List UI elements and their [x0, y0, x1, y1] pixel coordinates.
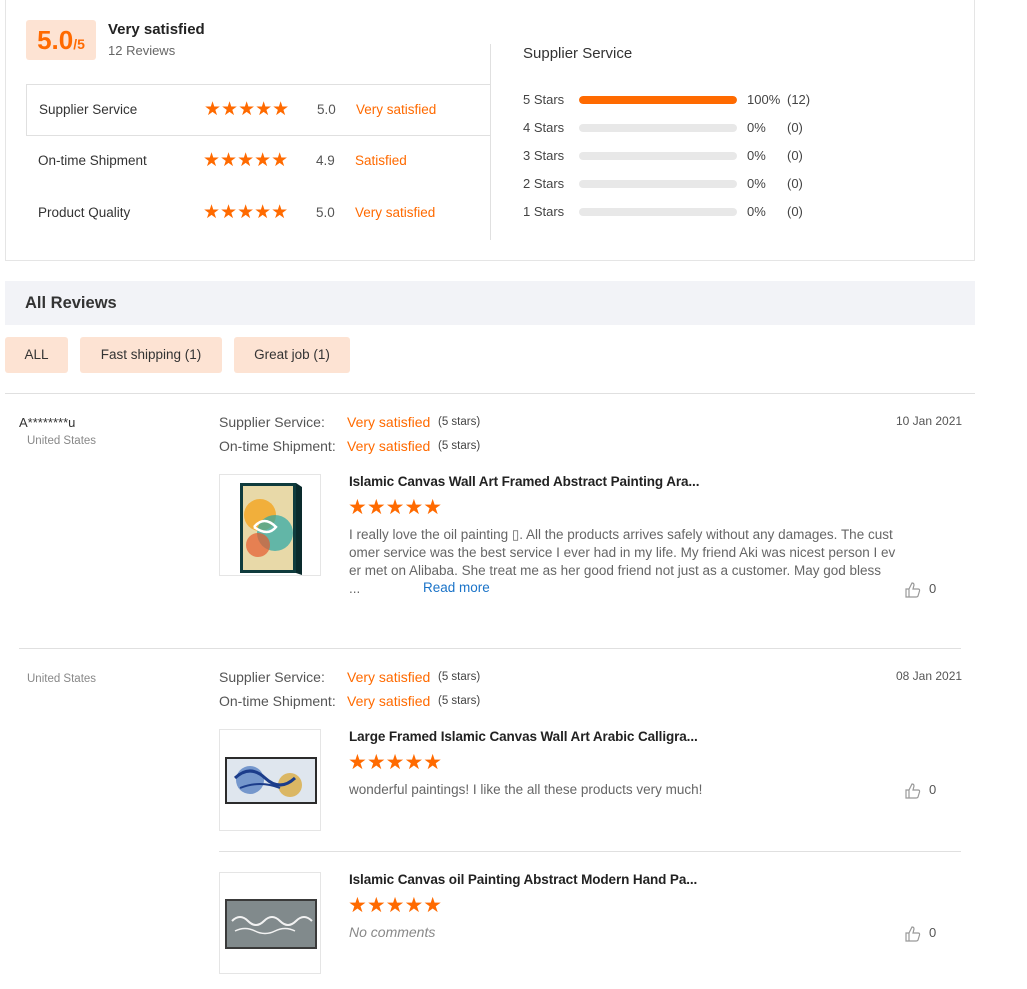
review-date: 08 Jan 2021: [896, 669, 963, 683]
divider: [19, 648, 961, 649]
distribution-count: (0): [787, 204, 803, 219]
product-star-rating-icon: ★★★★★: [348, 894, 443, 917]
distribution-percent: 0%: [747, 176, 766, 191]
filter-tag-great-job[interactable]: Great job (1): [234, 337, 350, 373]
reviewer-name: A********u: [19, 415, 76, 430]
distribution-label: 4 Stars: [523, 120, 565, 135]
metric-score: 5.0: [317, 102, 336, 117]
metric-verdict: Very satisfied: [356, 102, 437, 117]
product-thumbnail[interactable]: [219, 474, 321, 576]
filter-tag-fast-shipping[interactable]: Fast shipping (1): [80, 337, 222, 373]
filter-tag-all[interactable]: ALL: [5, 337, 68, 373]
review-text: No comments: [349, 924, 436, 940]
metric-verdict: Very satisfied: [355, 205, 436, 220]
review-text-line: I really love the oil painting ▯. All th…: [349, 527, 893, 542]
thumbs-up-icon: [905, 926, 921, 942]
review-text-line: er met on Alibaba. She treat me as her g…: [349, 563, 882, 578]
review-date: 10 Jan 2021: [896, 414, 963, 428]
metric-name: On-time Shipment: [38, 153, 147, 168]
metric-name: Supplier Service: [39, 102, 138, 117]
distribution-row: 4 Stars 0% (0): [523, 120, 833, 136]
metric-name: Product Quality: [38, 205, 131, 220]
shipment-verdict: Very satisfied: [347, 693, 431, 709]
shipment-verdict: Very satisfied: [347, 438, 431, 454]
product-title[interactable]: Islamic Canvas oil Painting Abstract Mod…: [349, 872, 697, 887]
product-star-rating-icon: ★★★★★: [348, 496, 443, 519]
distribution-count: (0): [787, 148, 803, 163]
product-image-icon: [240, 483, 302, 575]
product-thumbnail[interactable]: [219, 729, 321, 831]
distribution-percent: 100%: [747, 92, 781, 107]
review-text-line: omer service was the best service I ever…: [349, 545, 896, 560]
product-title[interactable]: Islamic Canvas Wall Art Framed Abstract …: [349, 474, 699, 489]
shipment-label: On-time Shipment:: [219, 438, 336, 454]
overall-verdict: Very satisfied: [108, 21, 205, 38]
supplier-service-verdict: Very satisfied: [347, 669, 431, 685]
distribution-label: 1 Stars: [523, 204, 565, 219]
metric-row-product-quality[interactable]: Product Quality ★★★★★ 5.0 Very satisfied: [26, 188, 491, 240]
all-reviews-header: All Reviews: [5, 281, 975, 325]
reviewer-country: United States: [27, 673, 97, 685]
shipment-stars: (5 stars): [438, 440, 481, 452]
shipment-label: On-time Shipment:: [219, 693, 336, 709]
supplier-service-label: Supplier Service:: [219, 414, 325, 430]
star-rating-icon: ★★★★★: [203, 150, 289, 171]
product-star-rating-icon: ★★★★★: [348, 751, 443, 774]
star-rating-icon: ★★★★★: [204, 99, 290, 120]
product-image-icon: [225, 899, 317, 949]
thumbs-up-icon: [905, 582, 921, 598]
distribution-label: 2 Stars: [523, 176, 565, 191]
distribution-row: 2 Stars 0% (0): [523, 176, 833, 192]
supplier-service-verdict: Very satisfied: [347, 414, 431, 430]
distribution-bar: [579, 208, 737, 216]
distribution-count: (0): [787, 120, 803, 135]
shipment-stars: (5 stars): [438, 695, 481, 707]
distribution-count: (12): [787, 92, 811, 107]
distribution-title: Supplier Service: [523, 45, 633, 62]
summary-divider: [490, 44, 491, 240]
distribution-label: 3 Stars: [523, 148, 565, 163]
distribution-row: 1 Stars 0% (0): [523, 204, 833, 220]
review-text-ellipsis: ...: [349, 581, 361, 596]
supplier-service-label: Supplier Service:: [219, 669, 325, 685]
overall-score-max: /5: [73, 36, 85, 52]
product-thumbnail[interactable]: [219, 872, 321, 974]
metric-verdict: Satisfied: [355, 153, 407, 168]
supplier-service-stars: (5 stars): [438, 416, 481, 428]
distribution-percent: 0%: [747, 204, 766, 219]
supplier-service-stars: (5 stars): [438, 671, 481, 683]
distribution-bar: [579, 124, 737, 132]
metric-score: 5.0: [316, 205, 335, 220]
distribution-bar: [579, 96, 737, 104]
metric-row-on-time-shipment[interactable]: On-time Shipment ★★★★★ 4.9 Satisfied: [26, 136, 491, 188]
product-image-icon: [225, 757, 317, 804]
distribution-bar-fill: [579, 96, 737, 104]
metric-score: 4.9: [316, 153, 335, 168]
overall-score: 5.0: [37, 25, 74, 55]
reviewer-country: United States: [27, 435, 97, 447]
distribution-count: (0): [787, 176, 803, 191]
distribution-row: 3 Stars 0% (0): [523, 148, 833, 164]
distribution-percent: 0%: [747, 148, 766, 163]
distribution-label: 5 Stars: [523, 92, 565, 107]
thumbs-up-icon: [905, 783, 921, 799]
product-title[interactable]: Large Framed Islamic Canvas Wall Art Ara…: [349, 729, 698, 744]
distribution-percent: 0%: [747, 120, 766, 135]
star-rating-icon: ★★★★★: [203, 202, 289, 223]
all-reviews-title: All Reviews: [25, 294, 117, 312]
distribution-bar: [579, 152, 737, 160]
divider: [5, 393, 975, 394]
overall-score-badge: 5.0/5: [26, 20, 96, 60]
read-more-link[interactable]: Read more: [423, 580, 490, 595]
distribution-row: 5 Stars 100% (12): [523, 92, 833, 108]
review-text: wonderful paintings! I like the all thes…: [349, 782, 703, 797]
review-count: 12 Reviews: [108, 43, 176, 58]
like-count: 0: [929, 925, 937, 940]
review-text: I really love the oil painting ▯. All th…: [349, 526, 905, 580]
like-count: 0: [929, 581, 937, 596]
divider: [219, 851, 961, 852]
like-count: 0: [929, 782, 937, 797]
metric-row-supplier-service[interactable]: Supplier Service ★★★★★ 5.0 Very satisfie…: [26, 84, 491, 136]
distribution-bar: [579, 180, 737, 188]
